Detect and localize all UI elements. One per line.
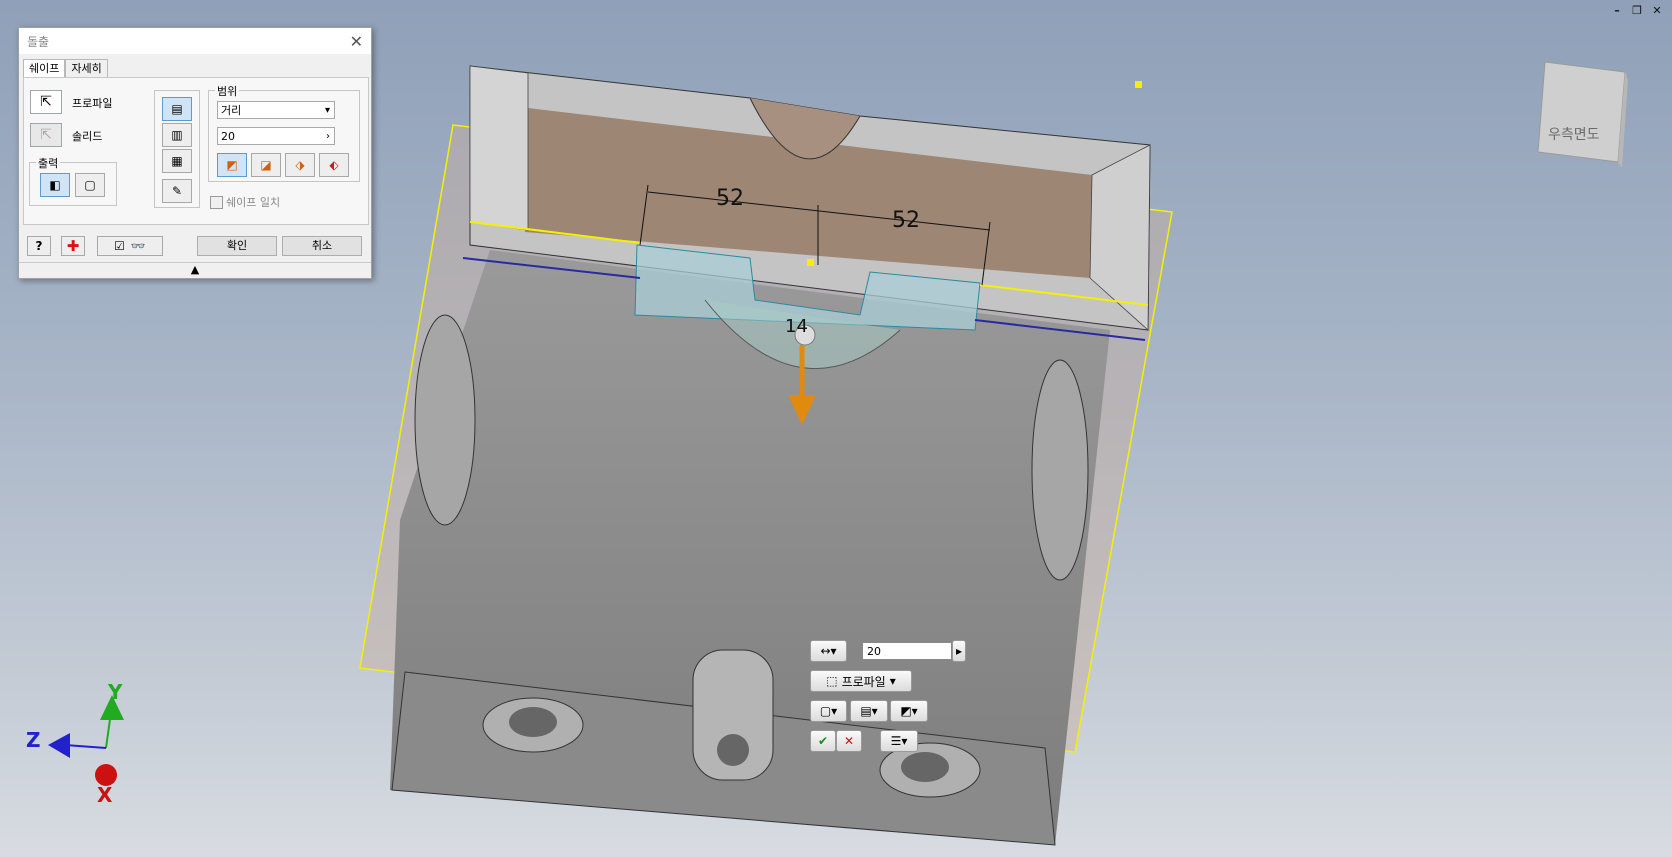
output-group: 출력 ◧ ▢ — [29, 155, 117, 206]
ok-button[interactable]: 확인 — [197, 236, 277, 256]
direction-default-button[interactable]: ◩ — [217, 153, 247, 177]
cancel-button[interactable]: 취소 — [282, 236, 362, 256]
range-group-title: 범위 — [215, 83, 240, 99]
profile-select-icon: ⬚ — [826, 674, 838, 688]
direction-default-icon: ◩ — [226, 158, 238, 172]
distance-type-button[interactable]: ↔▾ — [810, 640, 847, 662]
chevron-down-icon: ▾ — [889, 674, 896, 688]
output-solid-button[interactable]: ◧ — [40, 173, 70, 197]
direction-symmetric-button[interactable]: ⬗ — [285, 153, 315, 177]
dialog-titlebar[interactable]: 돌출 ✕ — [19, 28, 371, 54]
solid-select-button[interactable]: ⇱ — [30, 123, 62, 147]
direction-asymmetric-button[interactable]: ⬖ — [319, 153, 349, 177]
expand-arrow-icon[interactable]: ▲ — [19, 262, 371, 277]
distance-input[interactable]: 20 › — [217, 127, 335, 145]
base-hole-right-inner — [901, 752, 949, 782]
center-lug-hole — [717, 734, 749, 766]
add-button[interactable]: ✚ — [61, 236, 85, 256]
distance-value: 20 — [221, 130, 235, 143]
tab-body: ⇱ 프로파일 ⇱ 솔리드 출력 ◧ ▢ ▤ ▥ ▦ ✎ 범위 거리 ▾ 20 › — [23, 77, 369, 225]
preview-toggle[interactable]: ☑ 👓 — [97, 236, 163, 256]
base-hole-left-inner — [509, 707, 557, 737]
tab-shape[interactable]: 쉐이프 — [23, 59, 66, 78]
join-button[interactable]: ▤ — [162, 97, 192, 121]
help-icon: ? — [35, 239, 43, 253]
axis-y-label: Y — [108, 680, 123, 704]
extrude-dialog: 돌출 ✕ 쉐이프 자세히 ⇱ 프로파일 ⇱ 솔리드 출력 ◧ ▢ ▤ ▥ ▦ ✎… — [18, 27, 372, 279]
range-group: 범위 거리 ▾ 20 › ◩ ◪ ⬗ ⬖ — [208, 83, 360, 182]
chevron-down-icon: ▾ — [324, 105, 330, 116]
solid-label: 솔리드 — [72, 130, 103, 143]
chevron-right-icon[interactable]: › — [326, 128, 330, 146]
plus-icon: ✚ — [66, 237, 80, 255]
close-icon[interactable]: ✕ — [350, 32, 363, 51]
checkbox-checked-icon: ☑ — [114, 239, 125, 253]
intersect-button[interactable]: ▦ — [162, 149, 192, 173]
join-icon: ▤ — [171, 102, 183, 116]
mini-distance-arrow[interactable]: ▸ — [952, 640, 966, 662]
new-solid-icon: ✎ — [171, 184, 183, 198]
output-surface-button[interactable]: ▢ — [75, 173, 105, 197]
tab-more[interactable]: 자세히 — [65, 59, 108, 78]
mini-distance-input[interactable]: 20 — [862, 642, 952, 660]
mini-toolbar: ↔▾ 20 ▸ ⬚ 프로파일 ▾ ▢▾ ▤▾ ◩▾ ✔ ✕ ☰▾ — [800, 640, 970, 755]
cursor-arrow-icon: ⇱ — [40, 94, 52, 110]
axis-z-head — [48, 733, 70, 758]
range-type-select[interactable]: 거리 ▾ — [217, 101, 335, 119]
mini-profile-button[interactable]: ⬚ 프로파일 ▾ — [810, 670, 912, 692]
cut-button[interactable]: ▥ — [162, 123, 192, 147]
output-type-button[interactable]: ▢▾ — [810, 700, 847, 722]
axis-x-label: X — [97, 783, 113, 807]
new-solid-button[interactable]: ✎ — [162, 179, 192, 203]
dimension-label-right[interactable]: 52 — [892, 208, 920, 233]
intersect-icon: ▦ — [171, 154, 183, 168]
mini-profile-label: 프로파일 — [841, 674, 886, 689]
direction-symmetric-icon: ⬗ — [295, 158, 305, 172]
direction-flip-button[interactable]: ◪ — [251, 153, 281, 177]
right-boss — [1031, 359, 1089, 581]
sketch-point-far — [1135, 81, 1142, 88]
match-shape-checkbox[interactable] — [210, 196, 223, 209]
axis-z-line — [64, 744, 107, 749]
solid-cube-icon: ◧ — [49, 178, 61, 192]
mini-options-button[interactable]: ☰▾ — [880, 730, 918, 752]
range-type-value: 거리 — [221, 104, 242, 117]
direction-flip-icon: ◪ — [260, 158, 272, 172]
operation-group: ▤ ▥ ▦ ✎ — [154, 90, 200, 208]
operation-button[interactable]: ▤▾ — [850, 700, 888, 722]
mini-ok-button[interactable]: ✔ — [810, 730, 836, 752]
viewcube-label[interactable]: 우측면도 — [1548, 124, 1600, 144]
left-boss — [414, 314, 476, 526]
profile-select-button[interactable]: ⇱ — [30, 90, 62, 114]
output-group-title: 출력 — [36, 155, 61, 171]
profile-label: 프로파일 — [72, 97, 113, 110]
dialog-tabs: 쉐이프 자세히 — [23, 59, 108, 78]
sketch-point — [807, 259, 814, 266]
axis-z-label: Z — [26, 728, 41, 752]
surface-cube-icon: ▢ — [84, 178, 96, 192]
dialog-title: 돌출 — [27, 34, 50, 49]
dimension-label-center[interactable]: 14 — [785, 316, 808, 337]
match-shape-label: 쉐이프 일치 — [226, 196, 281, 209]
direction-asymmetric-icon: ⬖ — [329, 158, 339, 172]
viewcube[interactable] — [1537, 61, 1626, 163]
cut-icon: ▥ — [171, 128, 183, 142]
part-top-wall-left — [469, 65, 529, 231]
help-button[interactable]: ? — [27, 236, 51, 256]
glasses-icon: 👓 — [130, 239, 146, 253]
direction-button[interactable]: ◩▾ — [890, 700, 928, 722]
dimension-label-left[interactable]: 52 — [716, 186, 744, 211]
cursor-arrow-icon: ⇱ — [40, 127, 52, 143]
mini-cancel-button[interactable]: ✕ — [836, 730, 862, 752]
